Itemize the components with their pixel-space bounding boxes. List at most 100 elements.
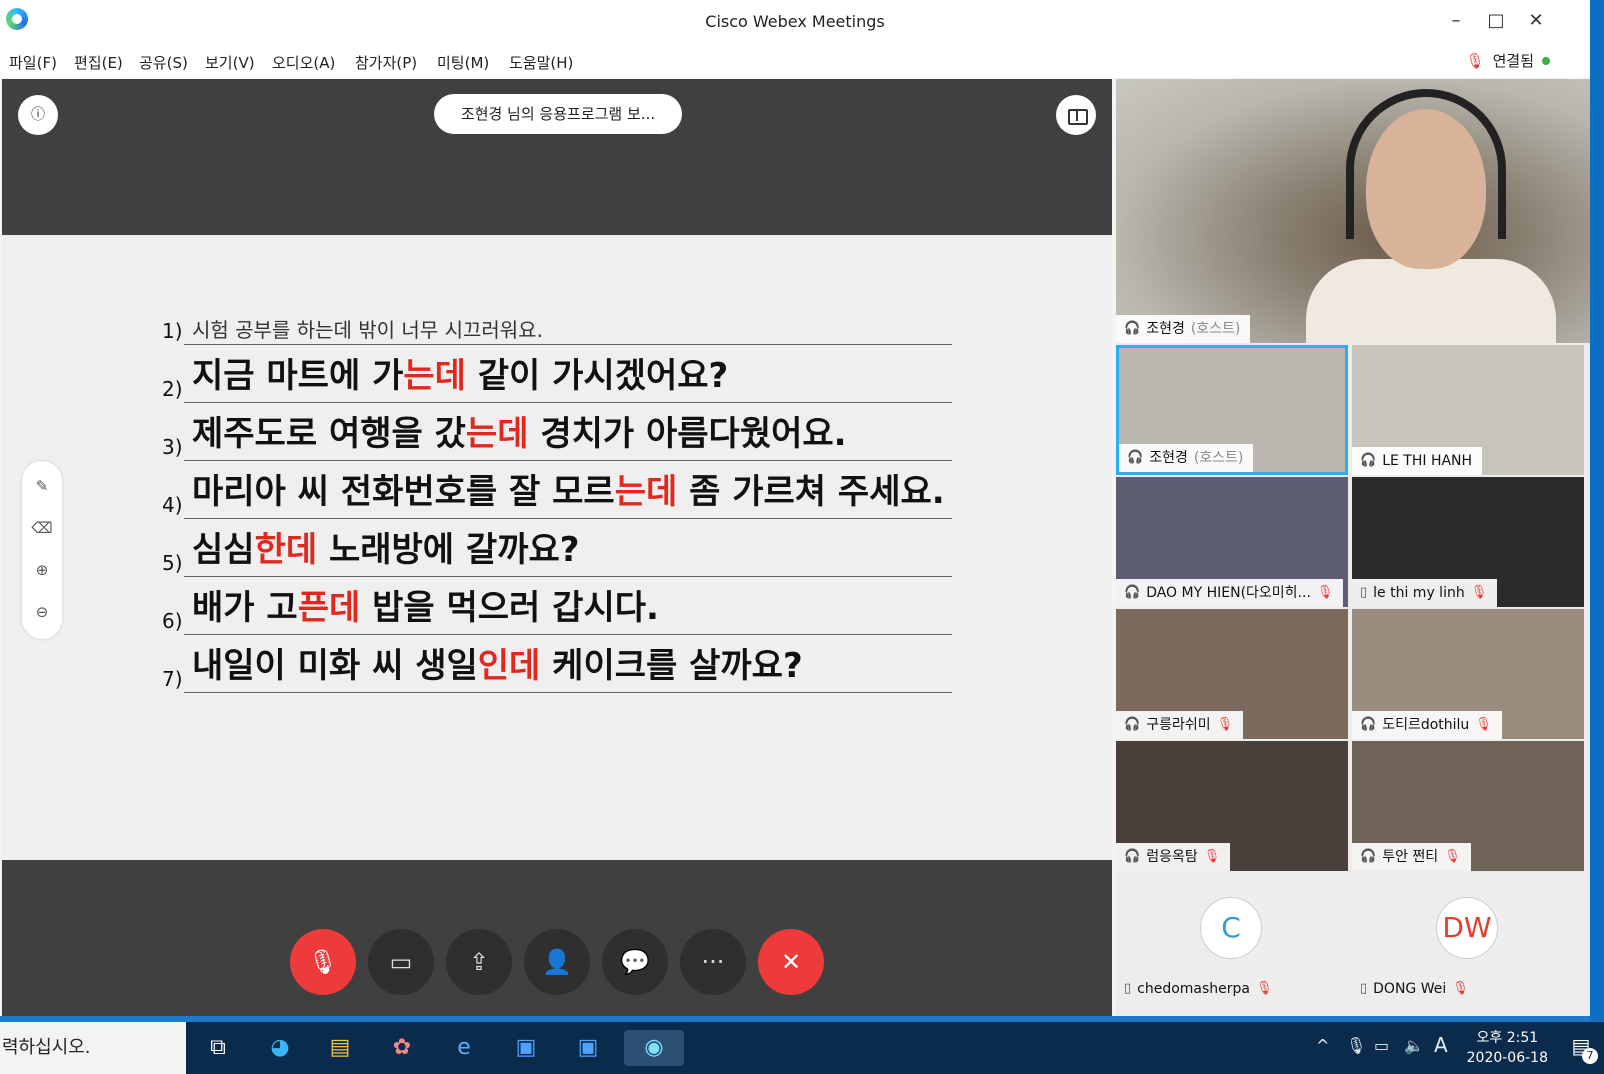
sentence: 제주도로 여행을 갔는데 경치가 아름다웠어요.	[192, 414, 847, 454]
menu-participants[interactable]: 참가자(P)	[355, 52, 417, 73]
sentence: 마리아 씨 전화번호를 잘 모르는데 좀 가르쳐 주세요.	[192, 472, 945, 512]
participant-tile[interactable]: ▯ le thi my linh 🎙	[1352, 477, 1584, 607]
avatar: C	[1200, 897, 1262, 959]
close-icon: ✕	[780, 948, 802, 976]
highlighted-ending: 한데	[254, 530, 318, 570]
headset-icon: 🎧	[1124, 585, 1141, 600]
more-options-button[interactable]: ···	[680, 929, 746, 995]
video-off-icon: ▭	[389, 948, 413, 976]
maximize-button[interactable]: □	[1476, 6, 1516, 36]
chevron-up-icon[interactable]: ^	[1316, 1036, 1329, 1055]
close-window-button[interactable]: ✕	[1516, 6, 1556, 36]
highlighted-ending: 인데	[477, 646, 541, 686]
menu-file[interactable]: 파일(F)	[9, 52, 57, 73]
participant-name-bar: 🎧 LE THI HANH	[1352, 447, 1483, 475]
window-app-icon-2[interactable]: ▣	[570, 1030, 606, 1066]
row-number: 7)	[162, 667, 183, 691]
edge-browser-icon[interactable]: ◕	[262, 1030, 298, 1066]
share-icon: ⇪	[468, 948, 490, 976]
volume-icon[interactable]: 🔈	[1404, 1036, 1424, 1055]
speaker-body	[1306, 259, 1556, 343]
zoom-in-icon[interactable]: ⊕	[22, 555, 62, 585]
headset-icon: 🎧	[1360, 849, 1377, 864]
menu-edit[interactable]: 편집(E)	[74, 52, 123, 73]
connected-dot-icon	[1542, 56, 1550, 65]
headset-icon: 🎧	[1124, 849, 1141, 864]
participants-button[interactable]: 👤	[524, 929, 590, 995]
sharing-indicator[interactable]: 조현경 님의 응용프로그램 보...	[434, 94, 682, 134]
window-app-icon[interactable]: ▣	[508, 1030, 544, 1066]
sentence: 심심한데 노래방에 갈까요?	[192, 530, 580, 570]
annotation-toolbar: ✎ ⌫ ⊕ ⊖	[22, 461, 62, 639]
headset-icon: 🎧	[1360, 453, 1377, 468]
mic-muted-icon: 🎙	[1470, 585, 1488, 600]
mic-muted-icon: 🎙	[1216, 717, 1234, 732]
layout-toggle-icon[interactable]	[1056, 95, 1096, 135]
notification-icon[interactable]: ▤ 7	[1566, 1034, 1598, 1064]
taskbar: 력하십시오. ⧉ ◕ ▤ ✿ e ▣ ▣ ◉ ^ 🎙 ▭ 🔈 A 오후 2:51…	[0, 1022, 1604, 1074]
menu-meeting[interactable]: 미팅(M)	[437, 52, 489, 73]
leave-meeting-button[interactable]: ✕	[758, 929, 824, 995]
menu-share[interactable]: 공유(S)	[139, 52, 188, 73]
eraser-icon[interactable]: ⌫	[22, 513, 62, 543]
paint-app-icon[interactable]: ✿	[384, 1030, 420, 1066]
webex-taskbar-icon[interactable]: ◉	[624, 1030, 684, 1066]
slide-row: 7) 내일이 미화 씨 생일인데 케이크를 살까요?	[162, 633, 952, 693]
participant-tile[interactable]: 🎧 구릉라쉬미 🎙	[1116, 609, 1348, 739]
participant-tile[interactable]: 🎧 럼응옥탐 🎙	[1116, 741, 1348, 871]
zoom-out-icon[interactable]: ⊖	[22, 597, 62, 627]
taskbar-search[interactable]: 력하십시오.	[0, 1022, 186, 1074]
mic-muted-icon: 🎙	[1452, 981, 1469, 996]
menu-help[interactable]: 도움말(H)	[509, 52, 573, 73]
connection-status: 🎙 연결됨	[1466, 50, 1550, 71]
shared-content-area: ⓘ 조현경 님의 응용프로그램 보... 1) 시험 공부를 하는데 밖이 너무…	[2, 79, 1112, 1016]
file-explorer-icon[interactable]: ▤	[322, 1030, 358, 1066]
network-icon[interactable]: ▭	[1374, 1036, 1389, 1055]
participant-name-bar: 🎧 구릉라쉬미 🎙	[1116, 711, 1244, 739]
ime-indicator[interactable]: A	[1434, 1033, 1448, 1057]
chat-button[interactable]: 💬	[602, 929, 668, 995]
sentence: 내일이 미화 씨 생일인데 케이크를 살까요?	[192, 646, 803, 686]
row-number: 6)	[162, 609, 183, 633]
info-icon[interactable]: ⓘ	[18, 95, 58, 135]
microphone-tray-icon[interactable]: 🎙	[1346, 1036, 1366, 1055]
internet-explorer-icon[interactable]: e	[446, 1030, 482, 1066]
participant-tile[interactable]: 🎧 조현경 (호스트)	[1116, 345, 1348, 475]
chat-bubble-icon: 💬	[620, 948, 650, 976]
participant-name-bar: ▯ le thi my linh 🎙	[1352, 579, 1498, 607]
mute-button[interactable]: 🎙	[290, 929, 356, 995]
shared-slide: 1) 시험 공부를 하는데 밖이 너무 시끄러워요. 2) 지금 마트에 가는데…	[2, 235, 1112, 860]
person-icon: 👤	[542, 948, 572, 976]
headset	[1346, 89, 1506, 239]
mic-muted-icon: 🎙	[1475, 717, 1492, 732]
menu-view[interactable]: 보기(V)	[205, 52, 255, 73]
share-button[interactable]: ⇪	[446, 929, 512, 995]
highlighted-ending: 는데	[614, 472, 678, 512]
active-speaker-video[interactable]: 🎧 조현경 (호스트)	[1116, 79, 1590, 343]
participant-tile[interactable]: 🎧 투안 쩐티 🎙	[1352, 741, 1584, 871]
video-button[interactable]: ▭	[368, 929, 434, 995]
menu-audio[interactable]: 오디오(A)	[272, 52, 335, 73]
slide-row: 3) 제주도로 여행을 갔는데 경치가 아름다웠어요.	[162, 401, 952, 461]
pen-icon[interactable]: ✎	[22, 471, 62, 501]
participant-name-bar: ▯ chedomasherpa 🎙	[1116, 975, 1283, 1003]
host-headset-icon: 🎧	[1124, 321, 1141, 336]
participant-tile[interactable]: 🎧 도티르dothilu 🎙	[1352, 609, 1584, 739]
participant-tile[interactable]: 🎧 DAO MY HIEN(다오미히... 🎙	[1116, 477, 1348, 607]
task-view-icon[interactable]: ⧉	[200, 1030, 236, 1066]
slide-row: 6) 배가 고픈데 밥을 먹으러 갑시다.	[162, 575, 952, 635]
participant-name-bar: 🎧 DAO MY HIEN(다오미히... 🎙	[1116, 579, 1344, 607]
participant-name-bar: 🎧 조현경 (호스트)	[1119, 444, 1254, 472]
slide-row: 1) 시험 공부를 하는데 밖이 너무 시끄러워요.	[162, 285, 952, 345]
desktop-background	[1590, 0, 1604, 1022]
row-number: 1)	[162, 319, 183, 343]
participant-tile[interactable]: 🎧 LE THI HANH	[1352, 345, 1584, 475]
mic-muted-icon: 🎙	[1465, 51, 1485, 70]
title-bar: Cisco Webex Meetings – □ ✕	[0, 0, 1590, 44]
minimize-button[interactable]: –	[1436, 6, 1476, 36]
system-clock[interactable]: 오후 2:51 2020-06-18	[1467, 1028, 1548, 1068]
participant-tile[interactable]: C ▯ chedomasherpa 🎙	[1116, 873, 1348, 1003]
slide-row: 5) 심심한데 노래방에 갈까요?	[162, 517, 952, 577]
underline	[184, 692, 952, 693]
participant-tile[interactable]: DW ▯ DONG Wei 🎙	[1352, 873, 1584, 1003]
